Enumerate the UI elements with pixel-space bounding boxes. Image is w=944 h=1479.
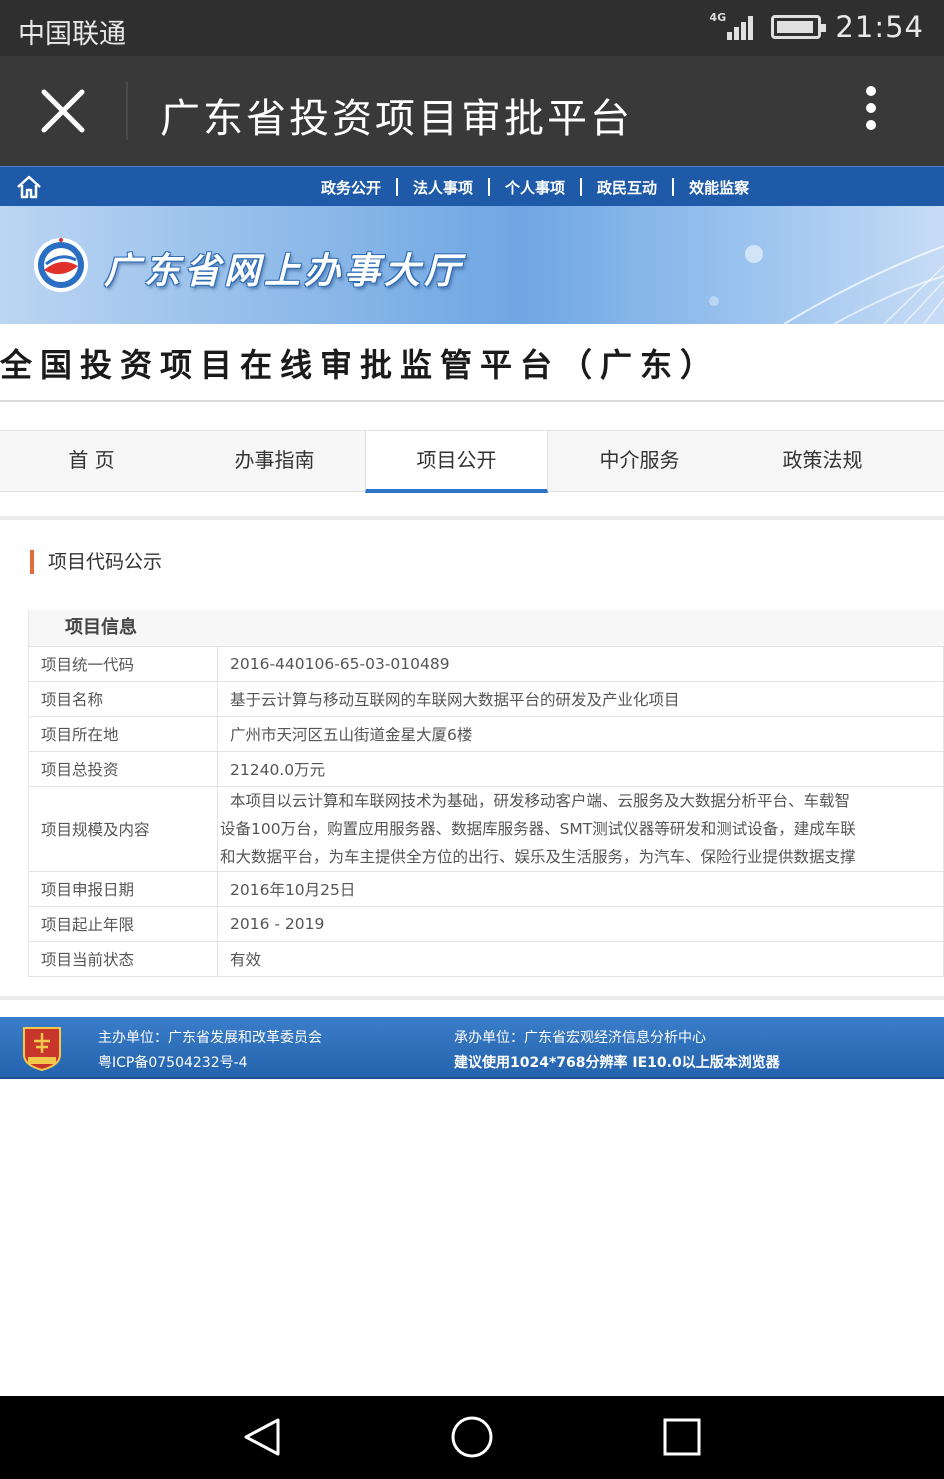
row-key: 项目名称 <box>28 681 218 717</box>
row-value: 2016 - 2019 <box>217 906 944 942</box>
row-key: 项目规模及内容 <box>28 786 218 872</box>
main-tabs: 首 页 办事指南 项目公开 中介服务 政策法规 <box>0 430 944 493</box>
bridge-decoration-icon <box>709 245 944 324</box>
recents-square-icon[interactable] <box>657 1414 707 1460</box>
project-info-table: 项目信息 项目统一代码 2016-440106-65-03-010489 项目名… <box>28 610 944 977</box>
nav-link-legal-person[interactable]: 法人事项 <box>398 177 488 198</box>
top-nav: 政务公开 法人事项 个人事项 政民互动 效能监察 <box>0 166 944 206</box>
row-value: 基于云计算与移动互联网的车联网大数据平台的研发及产业化项目 <box>217 681 944 717</box>
home-icon[interactable] <box>15 174 43 200</box>
tab-agency-service[interactable]: 中介服务 <box>548 431 731 491</box>
nav-link-interaction[interactable]: 政民互动 <box>582 177 672 198</box>
network-type-label: 4G <box>709 11 727 24</box>
table-row: 项目所在地 广州市天河区五山街道金星大厦6楼 <box>28 716 944 752</box>
battery-icon <box>771 15 827 39</box>
table-row: 项目申报日期 2016年10月25日 <box>28 871 944 907</box>
footer-icp-link[interactable]: 粤ICP备07504232号-4 <box>98 1051 322 1076</box>
title-divider <box>126 82 128 140</box>
row-value: 有效 <box>217 941 944 977</box>
table-row: 项目名称 基于云计算与移动互联网的车联网大数据平台的研发及产业化项目 <box>28 681 944 717</box>
table-row: 项目总投资 21240.0万元 <box>28 751 944 787</box>
row-value: 21240.0万元 <box>217 751 944 787</box>
signal-icon: 4G <box>709 12 757 42</box>
section-title: 项目代码公示 <box>30 550 162 574</box>
tab-guide[interactable]: 办事指南 <box>183 431 366 491</box>
banner: 广东省网上办事大厅 <box>0 206 944 324</box>
footer-right: 承办单位：广东省宏观经济信息分析中心 建议使用1024*768分辨率 IE10.… <box>454 1026 780 1076</box>
back-triangle-icon[interactable] <box>238 1414 288 1460</box>
row-value: 本项目以云计算和车联网技术为基础，研发移动客户端、云服务及大数据分析平台、车载智… <box>217 786 944 872</box>
row-value: 2016年10月25日 <box>217 871 944 907</box>
tab-home[interactable]: 首 页 <box>0 431 183 491</box>
status-icons: 4G 21:54 <box>709 10 924 44</box>
party-government-badge-icon[interactable] <box>20 1025 64 1072</box>
home-circle-icon[interactable] <box>447 1414 497 1460</box>
content-line: 本项目以云计算和车联网技术为基础，研发移动客户端、云服务及大数据分析平台、车载智 <box>230 792 851 810</box>
tab-project-public[interactable]: 项目公开 <box>365 431 548 493</box>
clock-time: 21:54 <box>835 10 924 44</box>
content-line: 和大数据平台，为车主提供全方位的出行、娱乐及生活服务，为汽车、保险行业提供数据支… <box>220 848 856 866</box>
more-vertical-icon[interactable] <box>860 86 882 138</box>
status-bar: 中国联通 4G 21:54 <box>0 0 944 56</box>
page-title: 广东省投资项目审批平台 <box>160 96 633 142</box>
footer-left: 主办单位：广东省发展和改革委员会 粤ICP备07504232号-4 <box>98 1026 322 1076</box>
section-divider <box>0 996 944 1000</box>
table-row: 项目当前状态 有效 <box>28 941 944 977</box>
close-icon[interactable] <box>38 88 88 134</box>
app-title-bar: 广东省投资项目审批平台 <box>0 56 944 166</box>
row-value: 2016-440106-65-03-010489 <box>217 646 944 682</box>
row-key: 项目所在地 <box>28 716 218 752</box>
row-key: 项目当前状态 <box>28 941 218 977</box>
table-row: 项目规模及内容 本项目以云计算和车联网技术为基础，研发移动客户端、云服务及大数据… <box>28 786 944 872</box>
footer-browser-tip: 建议使用1024*768分辨率 IE10.0以上版本浏览器 <box>454 1055 780 1071</box>
banner-title: 广东省网上办事大厅 <box>104 251 465 292</box>
tab-policies[interactable]: 政策法规 <box>731 431 914 491</box>
content-line: 设备100万台，购置应用服务器、数据库服务器、SMT测试仪器等研发和测试设备，建… <box>220 820 856 838</box>
nav-link-government-affairs[interactable]: 政务公开 <box>306 177 396 198</box>
table-row: 项目起止年限 2016 - 2019 <box>28 906 944 942</box>
nav-link-supervision[interactable]: 效能监察 <box>674 177 764 198</box>
table-row: 项目统一代码 2016-440106-65-03-010489 <box>28 646 944 682</box>
system-nav-bar <box>0 1396 944 1479</box>
platform-heading: 全国投资项目在线审批监管平台（广东） <box>0 346 721 384</box>
emblem-logo-icon <box>32 236 90 294</box>
carrier-name: 中国联通 <box>18 19 126 50</box>
row-key: 项目起止年限 <box>28 906 218 942</box>
top-nav-links: 政务公开 法人事项 个人事项 政民互动 效能监察 <box>306 167 764 207</box>
heading-divider <box>0 400 944 402</box>
footer-organizer: 承办单位：广东省宏观经济信息分析中心 <box>454 1030 706 1046</box>
row-key: 项目总投资 <box>28 751 218 787</box>
row-key: 项目申报日期 <box>28 871 218 907</box>
footer: 主办单位：广东省发展和改革委员会 粤ICP备07504232号-4 承办单位：广… <box>0 1017 944 1079</box>
nav-link-personal[interactable]: 个人事项 <box>490 177 580 198</box>
row-value: 广州市天河区五山街道金星大厦6楼 <box>217 716 944 752</box>
table-header: 项目信息 <box>28 610 944 646</box>
section-divider <box>0 516 944 520</box>
row-key: 项目统一代码 <box>28 646 218 682</box>
footer-sponsor: 主办单位：广东省发展和改革委员会 <box>98 1030 322 1046</box>
